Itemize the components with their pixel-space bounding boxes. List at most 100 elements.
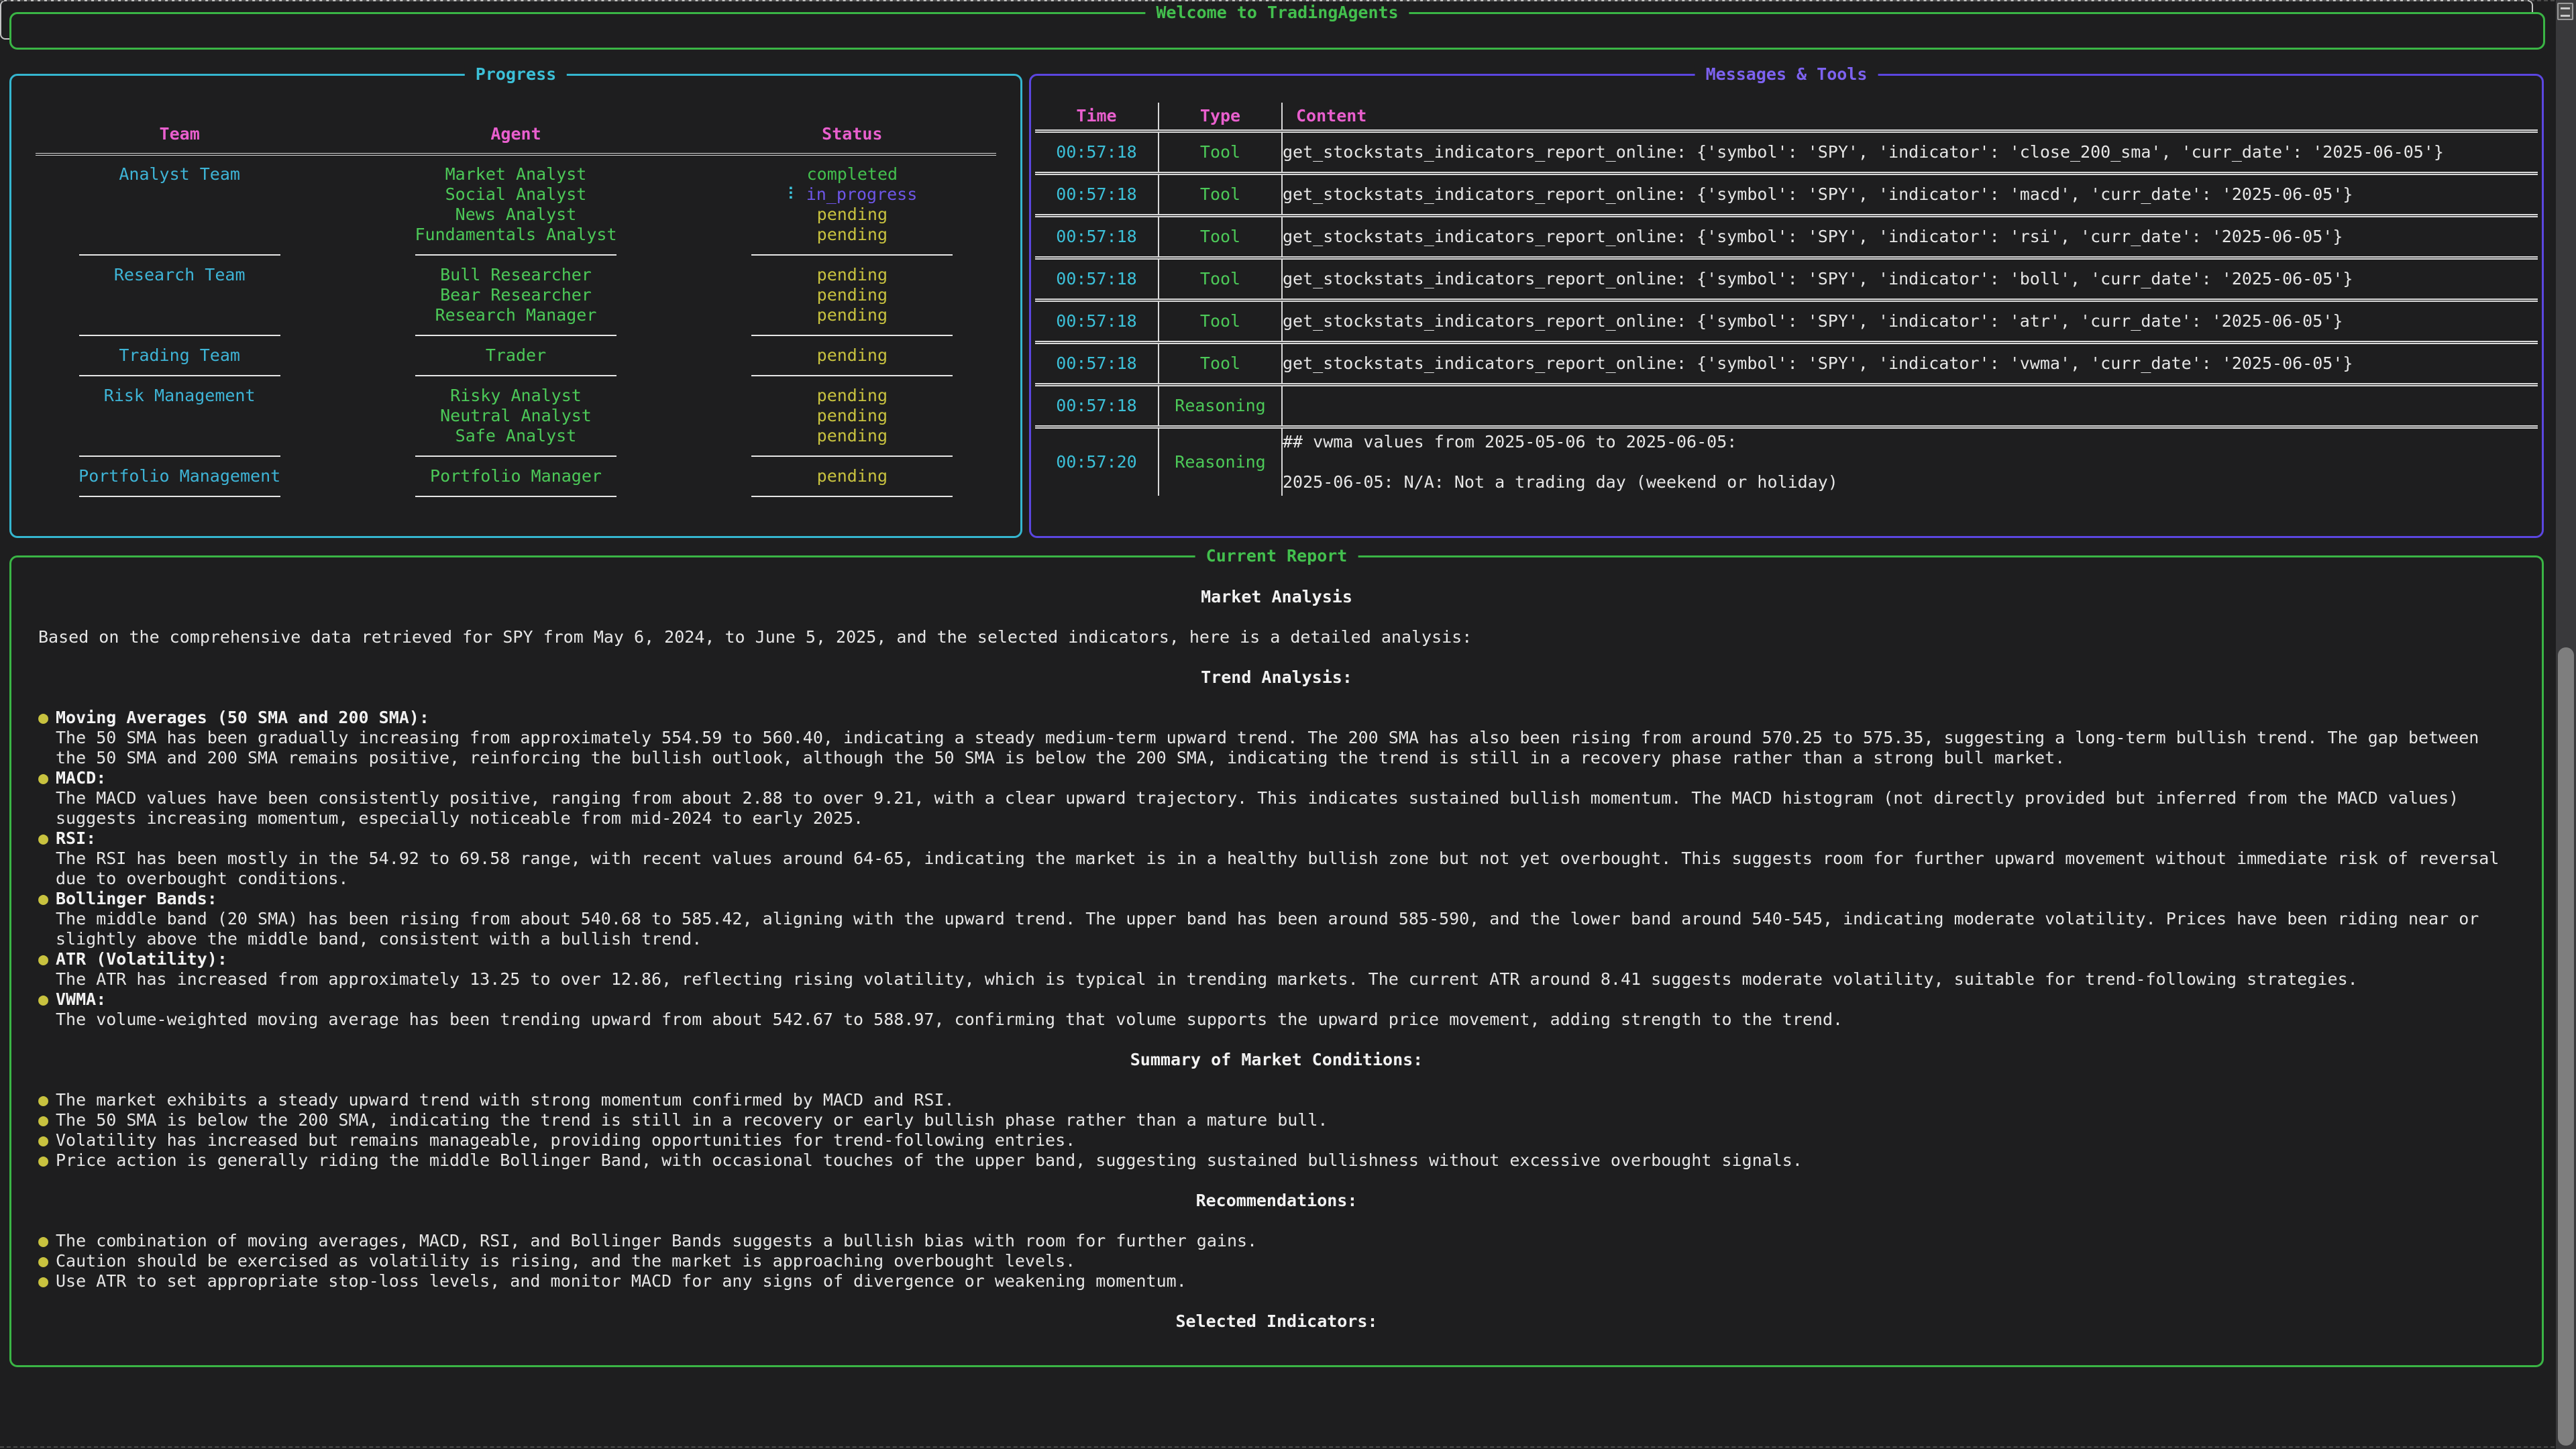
message-type: Tool <box>1159 301 1282 343</box>
bullet-dot-icon: ● <box>38 768 56 788</box>
agent-cell: Portfolio Manager <box>347 466 684 486</box>
message-content <box>1282 385 2538 427</box>
report-panel-title: Current Report <box>1195 546 1358 566</box>
progress-row: Portfolio ManagementPortfolio Manager pen… <box>11 466 1020 486</box>
team-cell: Portfolio Management <box>11 466 347 486</box>
bullet-body: The ATR has increased from approximately… <box>56 969 2515 989</box>
message-type: Tool <box>1159 174 1282 216</box>
team-cell: Trading Team <box>11 345 347 366</box>
status-separator-line <box>751 254 953 256</box>
status-separator-line <box>751 496 953 497</box>
message-content: get_stockstats_indicators_report_online:… <box>1282 131 2538 174</box>
report-body: Market Analysis Based on the comprehensi… <box>11 557 2542 1332</box>
team-cell: Research Team <box>11 265 347 285</box>
message-content-line: get_stockstats_indicators_report_online:… <box>1283 184 2538 205</box>
status-cell: pending <box>684 305 1020 325</box>
messages-col-time: Time <box>1035 103 1159 131</box>
report-bullet-item: ●Caution should be exercised as volatili… <box>38 1251 2515 1271</box>
status-cell: pending <box>684 386 1020 406</box>
status-separator-line <box>751 335 953 336</box>
message-time: 00:57:18 <box>1035 343 1159 385</box>
report-sections: Trend Analysis:●Moving Averages (50 SMA … <box>38 667 2515 1332</box>
message-row: 00:57:18Toolget_stockstats_indicators_re… <box>1035 301 2538 343</box>
status-separator-line <box>751 455 953 457</box>
status-badge: pending <box>817 345 888 365</box>
agent-cell: Safe Analyst <box>347 426 684 446</box>
status-cell: pending <box>684 345 1020 366</box>
bullet-text: The 50 SMA is below the 200 SMA, indicat… <box>56 1110 2515 1130</box>
agent-cell: Risky Analyst <box>347 386 684 406</box>
progress-col-status: Status <box>684 124 1020 144</box>
team-separator-line <box>79 496 280 497</box>
agent-separator-line <box>415 254 616 256</box>
report-bullet-item: ●The 50 SMA is below the 200 SMA, indica… <box>38 1110 2515 1130</box>
agent-separator-line <box>415 335 616 336</box>
message-time: 00:57:18 <box>1035 174 1159 216</box>
progress-row: Fundamentals Analyst pending <box>11 225 1020 245</box>
report-section: Summary of Market Conditions:●The market… <box>38 1050 2515 1171</box>
bullet-body: Price action is generally riding the mid… <box>56 1150 2515 1171</box>
progress-group-separator <box>11 446 1020 466</box>
bullet-text: Bollinger Bands:The middle band (20 SMA)… <box>56 889 2515 949</box>
welcome-title: Welcome to TradingAgents <box>1145 3 1409 23</box>
bullet-text: VWMA:The volume-weighted moving average … <box>56 989 2515 1030</box>
progress-table-header: Team Agent Status <box>11 124 1020 144</box>
report-section-heading: Recommendations: <box>38 1191 2515 1211</box>
messages-col-content: Content <box>1282 103 2538 131</box>
bullet-title: ATR (Volatility): <box>56 949 2515 969</box>
bullet-dot-icon: ● <box>38 949 56 969</box>
bullet-body: The volume-weighted moving average has b… <box>56 1010 2515 1030</box>
bullet-text: The combination of moving averages, MACD… <box>56 1231 2515 1251</box>
bullet-text: Caution should be exercised as volatilit… <box>56 1251 2515 1271</box>
report-bullet-list: ●The market exhibits a steady upward tre… <box>38 1090 2515 1171</box>
status-badge: pending <box>817 386 888 405</box>
message-content: get_stockstats_indicators_report_online:… <box>1282 258 2538 301</box>
agent-separator-line <box>415 496 616 497</box>
message-row: 00:57:18Toolget_stockstats_indicators_re… <box>1035 131 2538 174</box>
message-content-line: 2025-06-05: N/A: Not a trading day (week… <box>1283 472 2538 492</box>
status-badge: pending <box>817 205 888 224</box>
team-separator-line <box>79 375 280 376</box>
status-cell: completed <box>684 164 1020 184</box>
menu-icon <box>2561 7 2570 17</box>
message-row: 00:57:18Toolget_stockstats_indicators_re… <box>1035 174 2538 216</box>
progress-row: Risk ManagementRisky Analystpending <box>11 386 1020 406</box>
bullet-title: Moving Averages (50 SMA and 200 SMA): <box>56 708 2515 728</box>
status-separator-line <box>751 375 953 376</box>
status-badge: pending <box>817 225 888 244</box>
status-cell: ⠇in_progress <box>684 184 1020 205</box>
progress-row: Neutral Analystpending <box>11 406 1020 426</box>
bullet-title: RSI: <box>56 828 2515 849</box>
scrollbar-track[interactable] <box>2556 0 2576 1449</box>
scrollbar-menu-button[interactable] <box>2557 3 2573 20</box>
message-time: 00:57:18 <box>1035 258 1159 301</box>
message-row: 00:57:18Toolget_stockstats_indicators_re… <box>1035 216 2538 258</box>
bullet-dot-icon: ● <box>38 1110 56 1130</box>
scrollbar-thumb[interactable] <box>2558 647 2574 1446</box>
bullet-text: MACD:The MACD values have been consisten… <box>56 768 2515 828</box>
message-row: 00:57:18Toolget_stockstats_indicators_re… <box>1035 258 2538 301</box>
message-type: Tool <box>1159 343 1282 385</box>
status-badge: pending <box>817 466 888 486</box>
agent-cell: Fundamentals Analyst <box>347 225 684 245</box>
bullet-title: Bollinger Bands: <box>56 889 2515 909</box>
status-cell: pending <box>684 225 1020 245</box>
team-separator-line <box>79 455 280 457</box>
bullet-dot-icon: ● <box>38 1090 56 1110</box>
bullet-dot-icon: ● <box>38 828 56 849</box>
status-cell: pending <box>684 426 1020 446</box>
progress-table: Team Agent Status Analyst TeamMarket Ana… <box>11 124 1020 506</box>
message-content-line: get_stockstats_indicators_report_online:… <box>1283 142 2538 162</box>
message-content: get_stockstats_indicators_report_online:… <box>1282 301 2538 343</box>
status-cell: pending <box>684 466 1020 486</box>
report-bullet-item: ●VWMA:The volume-weighted moving average… <box>38 989 2515 1030</box>
bullet-dot-icon: ● <box>38 1251 56 1271</box>
messages-panel: Messages & Tools Time Type Content 00:57… <box>1029 74 2544 538</box>
bullet-text: Moving Averages (50 SMA and 200 SMA):The… <box>56 708 2515 768</box>
messages-panel-title: Messages & Tools <box>1695 64 1878 85</box>
status-badge: pending <box>817 406 888 425</box>
report-bullet-item: ●ATR (Volatility):The ATR has increased … <box>38 949 2515 989</box>
bullet-text: Use ATR to set appropriate stop-loss lev… <box>56 1271 2515 1291</box>
report-bullet-list: ●Moving Averages (50 SMA and 200 SMA):Th… <box>38 708 2515 1030</box>
bullet-title: MACD: <box>56 768 2515 788</box>
